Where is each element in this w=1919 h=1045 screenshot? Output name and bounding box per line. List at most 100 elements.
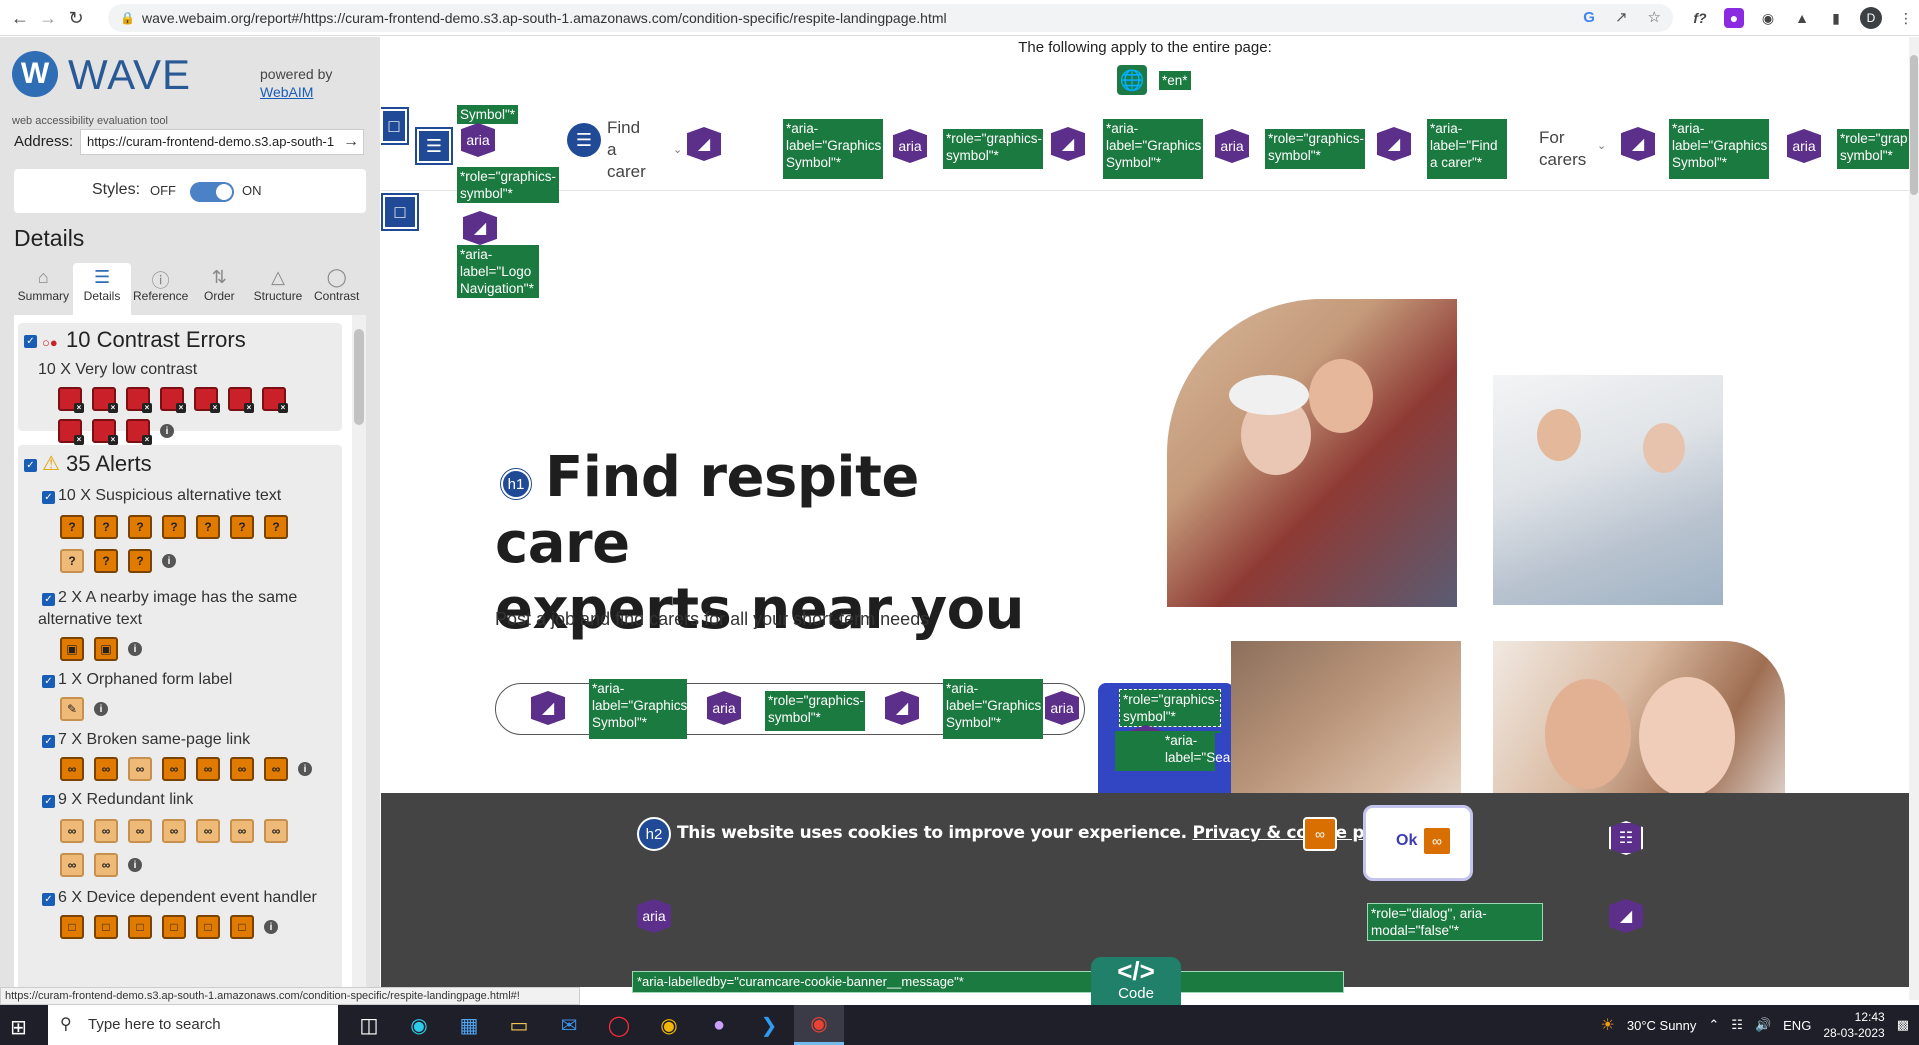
suspicious-alt-icon[interactable]: ? xyxy=(94,549,118,573)
notifications-icon[interactable]: ▩ xyxy=(1897,1017,1909,1033)
contrast-error-icon[interactable]: × xyxy=(126,387,152,413)
contrast-error-icon[interactable]: × xyxy=(126,419,152,445)
chrome-active-icon[interactable]: ◉ xyxy=(794,1005,844,1045)
label-tag-icon[interactable]: ◢ xyxy=(1609,899,1643,933)
address-input[interactable]: https://curam-frontend-demo.s3.ap-south-… xyxy=(80,129,364,155)
suspicious-alt-icon[interactable]: ? xyxy=(128,515,152,539)
contrast-error-icon[interactable]: × xyxy=(92,387,118,413)
profile-avatar[interactable]: D xyxy=(1860,7,1882,29)
label-tag-icon[interactable]: ◢ xyxy=(531,691,565,725)
h2-badge[interactable]: h2 xyxy=(637,817,671,851)
aria-icon[interactable]: aria xyxy=(461,123,495,157)
store-icon[interactable]: ▦ xyxy=(444,1005,494,1045)
contrast-error-icon[interactable]: × xyxy=(92,419,118,445)
github-icon[interactable]: ● xyxy=(694,1005,744,1045)
alert-item-checkbox[interactable]: ✓ xyxy=(42,735,55,748)
tab-details[interactable]: ☰ Details xyxy=(72,263,132,315)
contrast-error-icon[interactable]: × xyxy=(160,387,186,413)
address-bar[interactable]: 🔒 wave.webaim.org/report#/https://curam-… xyxy=(108,4,1673,32)
device-handler-icon[interactable]: □ xyxy=(230,915,254,939)
back-icon[interactable]: ← xyxy=(8,6,32,30)
suspicious-alt-icon[interactable]: ? xyxy=(162,515,186,539)
info-icon[interactable]: i xyxy=(160,424,174,438)
weather-text[interactable]: 30°C Sunny xyxy=(1627,1018,1697,1033)
button-icon[interactable]: ☷ xyxy=(1609,821,1643,855)
suspicious-alt-icon[interactable]: ? xyxy=(94,515,118,539)
list-icon[interactable]: ☰ xyxy=(567,123,601,157)
network-icon[interactable]: ☷ xyxy=(1731,1017,1743,1033)
contrast-errors-checkbox[interactable]: ✓ xyxy=(24,335,37,348)
code-toggle-tab[interactable]: </> Code xyxy=(1091,957,1181,1005)
info-icon[interactable]: i xyxy=(94,702,108,716)
taskbar-search[interactable]: ⚲ Type here to search xyxy=(48,1005,338,1045)
alert-item-checkbox[interactable]: ✓ xyxy=(42,893,55,906)
formula-extension-icon[interactable]: f? xyxy=(1690,8,1710,28)
reload-icon[interactable]: ↻ xyxy=(64,6,88,30)
aria-icon[interactable]: aria xyxy=(707,691,741,725)
label-tag-icon[interactable]: ◢ xyxy=(1377,127,1411,161)
region-icon[interactable]: □ xyxy=(381,193,419,231)
edge-icon[interactable]: ◉ xyxy=(394,1005,444,1045)
broken-link-icon[interactable]: ∞ xyxy=(264,757,288,781)
share-icon[interactable]: ↗ xyxy=(1615,4,1628,32)
info-icon[interactable]: i xyxy=(298,762,312,776)
task-view-icon[interactable]: ◫ xyxy=(344,1005,394,1045)
aria-icon[interactable]: aria xyxy=(637,899,671,933)
webaim-link[interactable]: WebAIM xyxy=(260,84,313,100)
redundant-link-icon[interactable]: ∞ xyxy=(162,819,186,843)
label-tag-icon[interactable]: ◢ xyxy=(885,691,919,725)
page-scrollbar[interactable] xyxy=(1909,37,1919,1000)
purple-extension-icon[interactable]: ● xyxy=(1724,8,1744,28)
redundant-link-icon[interactable]: ∞ xyxy=(230,819,254,843)
redundant-link-icon[interactable]: ∞ xyxy=(60,853,84,877)
alert-item-checkbox[interactable]: ✓ xyxy=(42,593,55,606)
broken-link-icon[interactable]: ∞ xyxy=(230,757,254,781)
tab-summary[interactable]: ⌂ Summary xyxy=(14,263,73,315)
panel-scroll-thumb[interactable] xyxy=(354,329,364,425)
orphaned-label-icon[interactable]: ✎ xyxy=(60,697,84,721)
alerts-checkbox[interactable]: ✓ xyxy=(24,459,37,472)
suspicious-alt-icon[interactable]: ? xyxy=(128,549,152,573)
info-icon[interactable]: i xyxy=(128,858,142,872)
info-icon[interactable]: i xyxy=(264,920,278,934)
aria-icon[interactable]: aria xyxy=(1045,691,1079,725)
device-handler-icon[interactable]: □ xyxy=(196,915,220,939)
label-tag-icon[interactable]: ◢ xyxy=(687,127,721,161)
contrast-error-icon[interactable]: × xyxy=(58,419,84,445)
panel-scrollbar[interactable] xyxy=(352,315,366,1015)
tab-order[interactable]: ⇅ Order xyxy=(190,263,249,315)
suspicious-alt-icon[interactable]: ? xyxy=(60,549,84,573)
link-alert-icon[interactable]: ∞ xyxy=(1303,817,1337,851)
same-alt-image-icon[interactable]: ▣ xyxy=(94,637,118,661)
mail-icon[interactable]: ✉ xyxy=(544,1005,594,1045)
label-tag-icon[interactable]: ◢ xyxy=(1051,127,1085,161)
suspicious-alt-icon[interactable]: ? xyxy=(60,515,84,539)
suspicious-alt-icon[interactable]: ? xyxy=(230,515,254,539)
label-tag-icon[interactable]: ◢ xyxy=(1621,127,1655,161)
suspicious-alt-icon[interactable]: ? xyxy=(264,515,288,539)
nav-for-carers[interactable]: For carers xyxy=(1539,127,1591,171)
tray-chevron-icon[interactable]: ⌃ xyxy=(1708,1017,1719,1033)
language-indicator[interactable]: ENG xyxy=(1783,1018,1811,1033)
bookmark-star-icon[interactable]: ☆ xyxy=(1648,4,1661,32)
chrome-icon[interactable]: ◉ xyxy=(644,1005,694,1045)
go-arrow-icon[interactable]: → xyxy=(343,130,359,154)
redundant-link-icon[interactable]: ∞ xyxy=(60,819,84,843)
device-handler-icon[interactable]: □ xyxy=(162,915,186,939)
label-tag-icon[interactable]: ◢ xyxy=(463,211,497,245)
styles-toggle[interactable] xyxy=(190,182,234,202)
redundant-link-icon[interactable]: ∞ xyxy=(128,819,152,843)
broken-link-icon[interactable]: ∞ xyxy=(60,757,84,781)
vscode-icon[interactable]: ❯ xyxy=(744,1005,794,1045)
suspicious-alt-icon[interactable]: ? xyxy=(196,515,220,539)
contrast-error-icon[interactable]: × xyxy=(262,387,288,413)
redundant-link-icon[interactable]: ∞ xyxy=(94,853,118,877)
device-handler-icon[interactable]: □ xyxy=(94,915,118,939)
forward-icon[interactable]: → xyxy=(36,6,60,30)
language-globe-icon[interactable]: 🌐 xyxy=(1117,65,1147,95)
puzzle-extensions-icon[interactable]: ▲ xyxy=(1792,8,1812,28)
tab-contrast[interactable]: ◯ Contrast xyxy=(307,263,366,315)
device-handler-icon[interactable]: □ xyxy=(128,915,152,939)
tab-reference[interactable]: ⓘ Reference xyxy=(131,263,190,315)
broken-link-icon[interactable]: ∞ xyxy=(94,757,118,781)
